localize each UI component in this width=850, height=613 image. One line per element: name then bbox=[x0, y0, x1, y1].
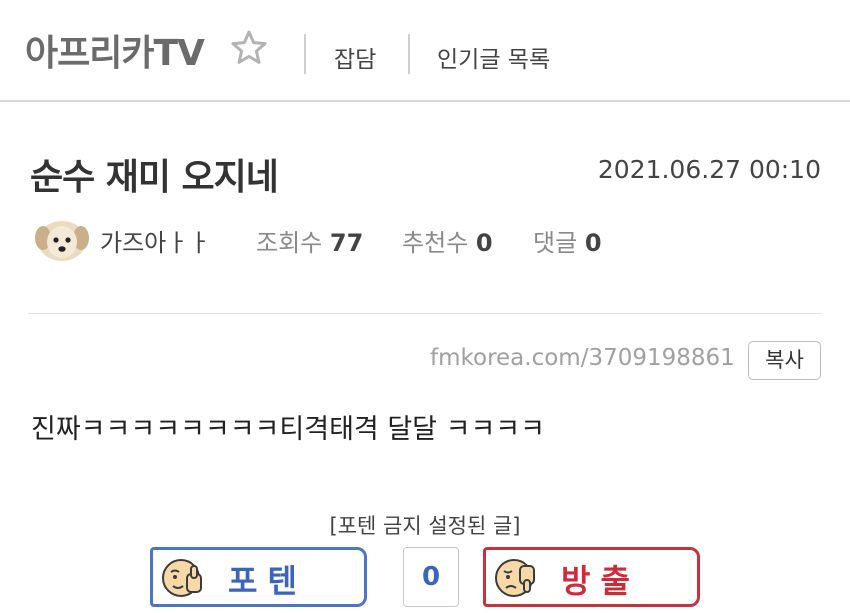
top-bar: 아프리카TV 잡담 인기글 목록 bbox=[0, 0, 850, 102]
poten-notice: [포텐 금지 설정된 글] bbox=[329, 514, 521, 538]
avatar[interactable] bbox=[34, 216, 90, 264]
nav-separator bbox=[408, 34, 410, 74]
comment-count-label: 댓글 bbox=[533, 229, 578, 257]
post-title: 순수 재미 오지네 bbox=[30, 157, 279, 198]
copy-url-button[interactable]: 복사 bbox=[748, 341, 821, 380]
poten-label: 포텐 bbox=[228, 562, 307, 600]
author-name[interactable]: 가즈아ㅏㅏ bbox=[100, 223, 210, 258]
nav-link-chat[interactable]: 잡담 bbox=[334, 40, 376, 74]
poten-button[interactable]: 포텐 bbox=[150, 547, 367, 607]
vote-count: 0 bbox=[403, 547, 459, 607]
view-count-label: 조회수 bbox=[256, 229, 323, 257]
comment-count: 댓글 0 bbox=[533, 223, 602, 258]
view-count: 조회수 77 bbox=[256, 223, 363, 258]
thumbs-up-face-icon bbox=[162, 559, 202, 597]
release-label: 방출 bbox=[561, 562, 640, 600]
thumbs-down-face-icon bbox=[495, 559, 535, 597]
nav-separator bbox=[304, 34, 306, 74]
star-icon[interactable] bbox=[229, 28, 269, 68]
comment-count-value: 0 bbox=[584, 229, 602, 257]
board-name[interactable]: 아프리카TV bbox=[25, 24, 205, 76]
recommend-count-value: 0 bbox=[475, 229, 493, 257]
release-button[interactable]: 방출 bbox=[483, 547, 700, 607]
recommend-count-label: 추천수 bbox=[402, 229, 469, 257]
post-url[interactable]: fmkorea.com/3709198861 bbox=[430, 345, 735, 371]
post-body: 진짜ㅋㅋㅋㅋㅋㅋㅋㅋ티격태격 달달 ㅋㅋㅋㅋ bbox=[31, 414, 545, 445]
view-count-value: 77 bbox=[329, 229, 364, 257]
divider bbox=[28, 313, 822, 314]
nav-link-popular[interactable]: 인기글 목록 bbox=[437, 40, 550, 74]
post-date: 2021.06.27 00:10 bbox=[597, 155, 821, 184]
recommend-count: 추천수 0 bbox=[402, 223, 493, 258]
